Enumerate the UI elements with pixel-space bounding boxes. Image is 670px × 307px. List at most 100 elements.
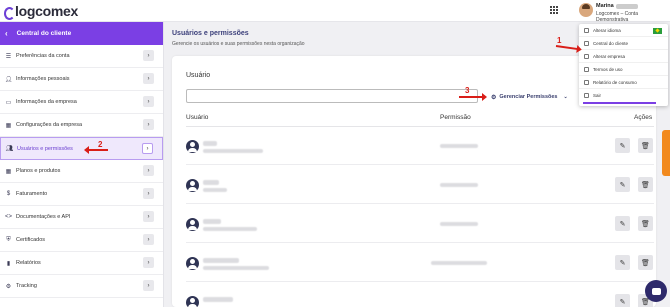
menu-item-label: Alterar empresa [593,53,626,59]
edit-button[interactable]: ✎ [615,177,630,192]
chevron-right-icon[interactable]: › [142,143,153,154]
delete-button[interactable]: 🗑︎ [638,216,653,231]
user-company: Logcomex – Conta Demonstrativa [596,11,638,23]
user-name[interactable]: Marina [596,3,638,9]
logcomex-logo[interactable]: logcomex [4,3,78,20]
logout-icon [584,93,589,98]
sidebar-item-label: Configurações da empresa [16,122,83,128]
sidebar-item-tracking[interactable]: ⚙ Tracking › [0,275,163,298]
avatar[interactable] [579,3,593,17]
edit-button[interactable]: ✎ [615,216,630,231]
edit-button[interactable]: ✎ [615,138,630,153]
permission-redacted [440,222,478,226]
user-surname-redacted [615,3,638,9]
chevron-down-icon: ⌄ [563,94,568,100]
gear-icon: ⚙ [5,283,12,290]
chevron-right-icon[interactable]: › [143,50,154,61]
user-name-redacted [203,219,221,224]
briefcase-icon: ▭ [5,99,12,106]
logo-mark-icon [4,6,15,20]
feedback-tab[interactable] [662,130,670,176]
user-search-input[interactable] [186,89,478,103]
manage-permissions-label: Gerenciar Permissões [499,94,558,100]
table-row: ✎ 🗑︎ [186,166,654,204]
sidebar-item-label: Relatórios [16,260,41,266]
user-name-redacted [203,297,233,302]
permission-redacted [440,144,478,148]
sidebar-item-account-preferences[interactable]: ☰ Preferências da conta › [0,45,163,68]
chevron-right-icon[interactable]: › [143,73,154,84]
sidebar-item-plans-products[interactable]: ▦ Planos e produtos › [0,160,163,183]
sidebar-item-label: Planos e produtos [16,168,61,174]
table-row: ✎ 🗑︎ [186,127,654,165]
chevron-right-icon[interactable]: › [143,234,154,245]
sidebar-item-label: Usuários e permissões [17,145,73,152]
manage-permissions-button[interactable]: ⚙ Gerenciar Permissões ⌄ [487,91,572,103]
edit-button[interactable]: ✎ [615,294,630,307]
menu-item-change-language[interactable]: Alterar idioma [579,24,668,37]
apps-grid-icon[interactable] [550,6,558,14]
chevron-right-icon[interactable]: › [143,96,154,107]
sidebar-item-company-settings[interactable]: ▦ Configurações da empresa › [0,114,163,137]
user-avatar-icon [186,218,199,231]
grid-icon: ▦ [5,168,12,175]
annotation-arrow-1 [555,45,578,51]
chevron-right-icon[interactable]: › [143,119,154,130]
delete-button[interactable]: 🗑︎ [638,255,653,270]
table-row: ✎ 🗑︎ [186,244,654,282]
sidebar-header[interactable]: ‹ Central do cliente [0,22,163,45]
menu-item-change-company[interactable]: Alterar empresa [579,50,668,63]
chat-button[interactable] [645,280,667,302]
report-icon [584,79,589,85]
sidebar-item-label: Faturamento [16,191,48,197]
user-avatar-icon [186,296,199,307]
delete-button[interactable]: 🗑︎ [638,177,653,192]
chevron-right-icon[interactable]: › [143,165,154,176]
sidebar: ‹ Central do cliente ☰ Preferências da c… [0,22,164,307]
chevron-left-icon[interactable]: ‹ [5,29,8,38]
sidebar-item-label: Preferências da conta [16,53,70,59]
chevron-right-icon[interactable]: › [143,257,154,268]
menu-item-terms-of-use[interactable]: Termos de uso [579,63,668,76]
sidebar-item-reports[interactable]: ▮ Relatórios › [0,252,163,275]
chevron-right-icon[interactable]: › [143,280,154,291]
menu-item-consumption-report[interactable]: Relatório de consumo [579,76,668,89]
sidebar-item-certificates[interactable]: ⛨ Certificados › [0,229,163,252]
user-avatar-icon [186,140,199,153]
sidebar-item-docs-api[interactable]: <> Documentações e API › [0,206,163,229]
edit-button[interactable]: ✎ [615,255,630,270]
language-icon [584,27,589,33]
chevron-right-icon[interactable]: › [143,188,154,199]
table-row: ✎ 🗑︎ [186,283,654,307]
code-icon: <> [5,214,13,220]
user-name-redacted [203,258,239,263]
user-dropdown-menu: Alterar idioma Central do cliente Altera… [579,24,668,106]
menu-item-label: Relatório de consumo [593,79,637,85]
column-header-permission: Permissão [440,114,471,121]
sidebar-item-users-permissions[interactable]: 👥︎ Usuários e permissões › [0,137,163,160]
menu-item-label: Termos de uso [593,66,623,72]
person-icon [584,40,589,46]
menu-item-logout[interactable]: Sair [579,89,668,102]
sidebar-item-label: Documentações e API [16,214,71,220]
user-name-redacted [203,180,219,185]
logo-text: logcomex [15,3,78,19]
chevron-right-icon[interactable]: › [143,211,154,222]
annotation-arrow-3 [459,93,487,101]
gear-icon: ⚙ [491,94,497,101]
delete-button[interactable]: 🗑︎ [638,138,653,153]
sidebar-item-company-info[interactable]: ▭ Informações da empresa › [0,91,163,114]
page-subtitle: Gerencie os usuários e suas permissões n… [172,41,305,47]
top-bar: logcomex Marina Logcomex – Conta Demonst… [0,0,670,23]
swap-icon [584,53,589,59]
document-icon [584,66,589,72]
sidebar-item-label: Certificados [16,237,46,243]
permission-redacted [440,183,478,187]
sidebar-item-personal-info[interactable]: 👤︎ Informações pessoais › [0,68,163,91]
menu-item-label: Central do cliente [593,40,629,46]
sidebar-item-label: Tracking [16,283,37,289]
user-email-redacted [203,188,227,192]
sidebar-item-billing[interactable]: $ Faturamento › [0,183,163,206]
sliders-icon: ☰ [5,53,12,60]
menu-item-customer-center[interactable]: Central do cliente [579,37,668,50]
